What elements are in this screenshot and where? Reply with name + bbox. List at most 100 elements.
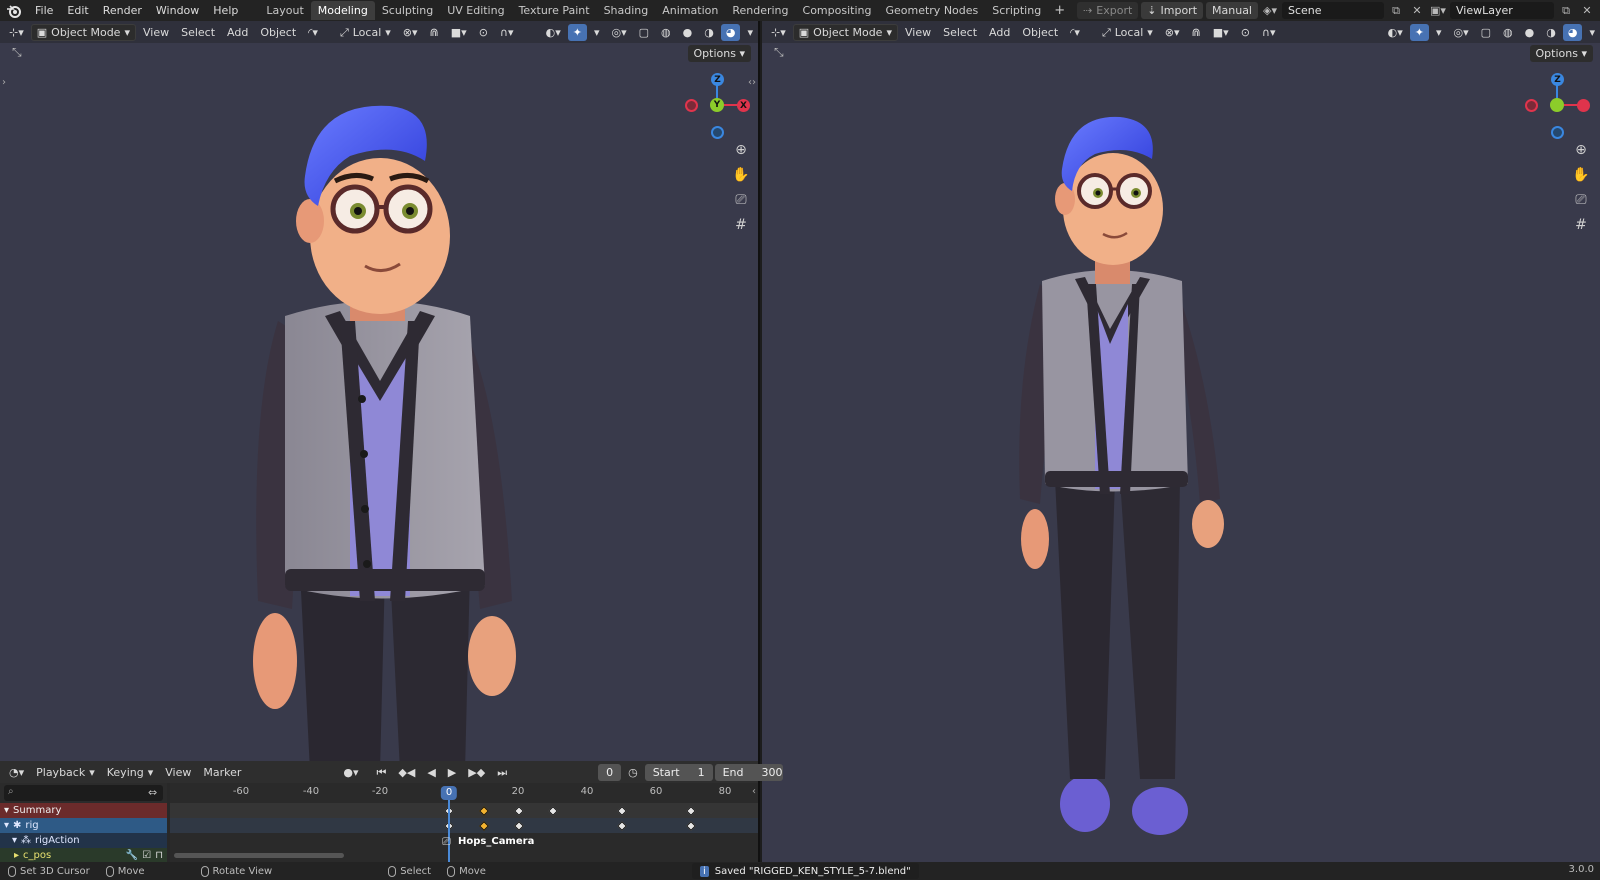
- dopesheet-editor-type-icon[interactable]: ◔▾: [4, 764, 29, 781]
- lock-icon[interactable]: ⊓: [155, 848, 167, 863]
- keyframe[interactable]: [617, 820, 627, 831]
- editor-type-icon[interactable]: ⊹▾: [766, 24, 791, 41]
- viewport-left[interactable]: ⊹▾ ▣ Object Mode ▾ View Select Add Object …: [0, 21, 760, 761]
- axis-gizmo[interactable]: Z: [1522, 70, 1592, 140]
- orientation-dropdown[interactable]: ⤢ Local ▾: [1097, 24, 1158, 41]
- shading-solid-icon[interactable]: ●: [678, 24, 698, 41]
- menu-window[interactable]: Window: [149, 0, 206, 21]
- xray-toggle-icon[interactable]: ▢: [634, 24, 654, 41]
- menu-view[interactable]: View: [138, 24, 174, 41]
- menu-edit[interactable]: Edit: [60, 0, 95, 21]
- object-mode-dropdown[interactable]: ▣ Object Mode ▾: [30, 23, 136, 41]
- shading-rendered-icon[interactable]: ◕: [1562, 23, 1583, 41]
- menu-object[interactable]: Object: [255, 24, 301, 41]
- play-icon[interactable]: ▶: [443, 764, 461, 781]
- keyframe[interactable]: [514, 820, 524, 831]
- tab-scripting[interactable]: Scripting: [985, 1, 1048, 20]
- shading-dropdown-icon[interactable]: ▾: [742, 24, 758, 41]
- channel-c-pos[interactable]: ▸ c_pos 🔧 ☑ ⊓: [0, 848, 167, 863]
- horizontal-scrollbar[interactable]: [174, 853, 344, 858]
- end-frame-field[interactable]: End 300: [714, 763, 783, 781]
- sidebar-expand-icon[interactable]: ‹: [752, 786, 756, 797]
- blender-logo-icon[interactable]: [0, 0, 28, 21]
- transform-pivot-icon[interactable]: ◜▾: [1065, 24, 1085, 41]
- menu-add[interactable]: Add: [222, 24, 253, 41]
- axis-neg-z-icon[interactable]: [1551, 126, 1564, 139]
- gizmo-dropdown-icon[interactable]: ▾: [1431, 24, 1447, 41]
- xray-toggle-icon[interactable]: ▢: [1476, 24, 1496, 41]
- menu-select[interactable]: Select: [938, 24, 982, 41]
- snap-icon[interactable]: ⋒: [425, 24, 444, 41]
- channel-rig-action[interactable]: ▾ ⁂ rigAction: [0, 833, 167, 848]
- menu-keying[interactable]: Keying ▾: [102, 764, 158, 781]
- menu-playback[interactable]: Playback ▾: [31, 764, 100, 781]
- menu-file[interactable]: File: [28, 0, 60, 21]
- proportional-edit-icon[interactable]: ⊙: [1236, 24, 1255, 41]
- keyframe[interactable]: [514, 805, 524, 816]
- shading-material-icon[interactable]: ◑: [699, 24, 719, 41]
- visibility-icon[interactable]: ◐▾: [1383, 24, 1408, 41]
- visibility-icon[interactable]: ◐▾: [541, 24, 566, 41]
- channel-search-input[interactable]: ⌕: [4, 785, 163, 801]
- export-button[interactable]: ⇢ Export: [1077, 2, 1139, 19]
- menu-select[interactable]: Select: [176, 24, 220, 41]
- menu-view[interactable]: View: [900, 24, 936, 41]
- falloff-icon[interactable]: ∩▾: [1257, 24, 1281, 41]
- frame-ruler[interactable]: -60 -40 -20 20 40 60 80: [170, 783, 758, 803]
- axis-y-icon[interactable]: [1550, 98, 1564, 112]
- pivot-point-icon[interactable]: ⊗▾: [398, 24, 423, 41]
- gizmo-dropdown-icon[interactable]: ▾: [589, 24, 605, 41]
- menu-marker[interactable]: Marker: [198, 764, 246, 781]
- scene-selector-icon[interactable]: ◈▾: [1261, 2, 1279, 19]
- ortho-grid-icon[interactable]: #: [1570, 216, 1592, 234]
- camera-view-icon[interactable]: ⎚: [1570, 191, 1592, 209]
- preview-range-icon[interactable]: ◷: [623, 764, 643, 781]
- transform-pivot-icon[interactable]: ◜▾: [303, 24, 323, 41]
- tab-layout[interactable]: Layout: [259, 1, 310, 20]
- snap-icon[interactable]: ⋒: [1187, 24, 1206, 41]
- zoom-icon[interactable]: ⊕: [730, 141, 752, 159]
- camera-view-icon[interactable]: ⎚: [730, 191, 752, 209]
- zoom-icon[interactable]: ⊕: [1570, 141, 1592, 159]
- shading-solid-icon[interactable]: ●: [1520, 24, 1540, 41]
- play-reverse-icon[interactable]: ◀: [422, 764, 440, 781]
- pan-hand-icon[interactable]: ✋: [1570, 166, 1592, 184]
- options-button[interactable]: Options ▾: [687, 45, 751, 62]
- axis-x-icon[interactable]: [1577, 99, 1590, 112]
- record-icon[interactable]: ●▾: [338, 764, 363, 781]
- channel-resize-icon[interactable]: ⇔: [148, 786, 157, 799]
- marker-label[interactable]: Hops_Camera: [458, 836, 534, 847]
- start-frame-field[interactable]: Start 1: [644, 763, 713, 781]
- menu-help[interactable]: Help: [206, 0, 245, 21]
- tab-uv-editing[interactable]: UV Editing: [440, 1, 511, 20]
- transform-tool-icon[interactable]: ⤡: [12, 45, 22, 60]
- add-workspace-icon[interactable]: +: [1048, 3, 1071, 18]
- new-scene-icon[interactable]: ⧉: [1387, 2, 1405, 19]
- scene-field[interactable]: Scene: [1282, 2, 1384, 19]
- axis-x-icon[interactable]: X: [737, 99, 750, 112]
- tab-shading[interactable]: Shading: [597, 1, 656, 20]
- summary-keyframe-row[interactable]: [170, 803, 758, 818]
- view-layer-field[interactable]: ViewLayer: [1450, 2, 1554, 19]
- proportional-edit-icon[interactable]: ⊙: [474, 24, 493, 41]
- menu-render[interactable]: Render: [96, 0, 149, 21]
- snap-target-icon[interactable]: ■▾: [446, 24, 472, 41]
- tab-modeling[interactable]: Modeling: [310, 1, 375, 20]
- tab-texture-paint[interactable]: Texture Paint: [512, 1, 597, 20]
- view-layer-icon[interactable]: ▣▾: [1429, 2, 1447, 19]
- falloff-icon[interactable]: ∩▾: [495, 24, 519, 41]
- toolbar-expand-icon[interactable]: ›: [2, 77, 6, 88]
- shading-dropdown-icon[interactable]: ▾: [1584, 24, 1600, 41]
- tab-rendering[interactable]: Rendering: [725, 1, 795, 20]
- axis-neg-x-icon[interactable]: [1525, 99, 1538, 112]
- options-button[interactable]: Options ▾: [1529, 45, 1593, 62]
- playhead[interactable]: [448, 795, 450, 862]
- new-view-layer-icon[interactable]: ⧉: [1557, 2, 1575, 19]
- keyframe-selected[interactable]: [479, 805, 489, 816]
- shading-wireframe-icon[interactable]: ◍: [656, 24, 676, 41]
- current-frame-field[interactable]: 0: [598, 763, 622, 781]
- dopesheet-timeline[interactable]: -60 -40 -20 20 40 60 80 0 ⎚ Hops_Camera: [170, 783, 758, 862]
- axis-z-icon[interactable]: Z: [1551, 73, 1564, 86]
- gizmo-toggle-icon[interactable]: ✦: [567, 23, 587, 41]
- menu-object[interactable]: Object: [1017, 24, 1063, 41]
